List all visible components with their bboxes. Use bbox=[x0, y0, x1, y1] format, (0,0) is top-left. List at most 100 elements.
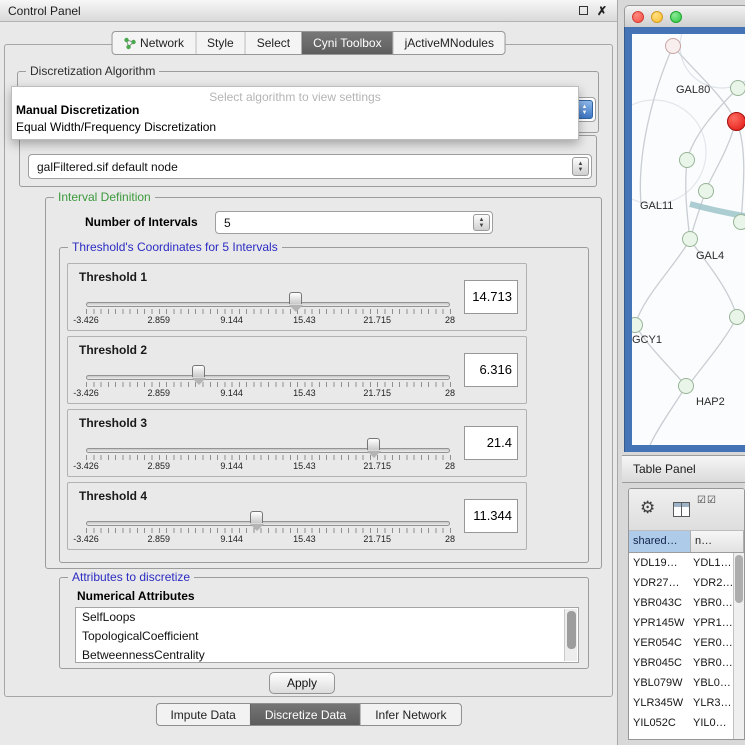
column-header-shared-name[interactable]: shared… bbox=[629, 531, 691, 552]
threshold-4-value-field[interactable]: 11.344 bbox=[464, 499, 518, 533]
close-panel-button[interactable]: ✗ bbox=[595, 4, 609, 18]
column-header-name[interactable]: n… bbox=[691, 531, 744, 552]
desktop: Control Panel ✗ Network Style Select Cyn… bbox=[0, 0, 745, 745]
threshold-1-value-field[interactable]: 14.713 bbox=[464, 280, 518, 314]
apply-button[interactable]: Apply bbox=[269, 672, 335, 694]
tab-discretize-data[interactable]: Discretize Data bbox=[250, 704, 360, 725]
threshold-label: Threshold 3 bbox=[79, 416, 147, 430]
algorithm-group-title: Discretization Algorithm bbox=[26, 64, 159, 78]
float-panel-button[interactable] bbox=[576, 4, 590, 18]
table-toolbar: ⚙ ☑☑ bbox=[629, 489, 744, 531]
table-data-selected-value: galFiltered.sif default node bbox=[37, 160, 178, 174]
scale-label: 28 bbox=[445, 315, 455, 325]
table-row[interactable]: YDR27…YDR2… bbox=[629, 573, 733, 593]
scale-label: 15.43 bbox=[293, 388, 316, 398]
threshold-2-value-field[interactable]: 6.316 bbox=[464, 353, 518, 387]
table-row[interactable]: YLR345WYLR3… bbox=[629, 693, 733, 713]
table-panel-title: Table Panel bbox=[633, 462, 696, 476]
slider-thumb[interactable] bbox=[192, 365, 205, 377]
network-node[interactable] bbox=[679, 152, 695, 168]
tab-cyni-toolbox[interactable]: Cyni Toolbox bbox=[301, 32, 392, 54]
table-columns-icon[interactable] bbox=[673, 502, 690, 517]
gear-icon[interactable]: ⚙ bbox=[640, 499, 655, 517]
minimize-window-icon[interactable] bbox=[651, 11, 663, 23]
threshold-1-slider[interactable]: -3.4262.8599.14415.4321.71528 bbox=[82, 288, 454, 328]
dropdown-option-manual-discretization[interactable]: Manual Discretization bbox=[16, 103, 139, 117]
number-of-intervals-select[interactable]: 5 ▲▼ bbox=[215, 211, 493, 234]
threshold-3-value-field[interactable]: 21.4 bbox=[464, 426, 518, 460]
network-node-selected-red[interactable] bbox=[727, 112, 745, 131]
slider-track[interactable] bbox=[86, 302, 450, 307]
interval-definition-group-title: Interval Definition bbox=[54, 190, 155, 204]
table-row[interactable]: YBR043CYBR0… bbox=[629, 593, 733, 613]
tab-impute-data[interactable]: Impute Data bbox=[156, 704, 249, 725]
slider-ticks bbox=[86, 309, 451, 314]
table-row[interactable]: YBR045CYBR0… bbox=[629, 653, 733, 673]
slider-track[interactable] bbox=[86, 448, 450, 453]
table-row[interactable]: YBL079WYBL0… bbox=[629, 673, 733, 693]
scale-label: 2.859 bbox=[148, 461, 171, 471]
table-data-select[interactable]: galFiltered.sif default node ▲▼ bbox=[28, 154, 592, 179]
attributes-list-scrollbar[interactable] bbox=[564, 609, 577, 661]
scale-label: 2.859 bbox=[148, 388, 171, 398]
threshold-4-slider[interactable]: -3.4262.8599.14415.4321.71528 bbox=[82, 507, 454, 547]
table-scrollbar[interactable] bbox=[733, 553, 744, 739]
threshold-2-slider[interactable]: -3.4262.8599.14415.4321.71528 bbox=[82, 361, 454, 401]
zoom-window-icon[interactable] bbox=[670, 11, 682, 23]
scale-label: 2.859 bbox=[148, 534, 171, 544]
table-cell: YBL079W bbox=[629, 673, 691, 693]
arrow-down-icon: ▼ bbox=[582, 110, 588, 116]
slider-track[interactable] bbox=[86, 521, 450, 526]
tab-jactivemodules[interactable]: jActiveMNodules bbox=[393, 32, 505, 54]
network-node[interactable] bbox=[729, 309, 745, 325]
scrollbar-thumb[interactable] bbox=[735, 555, 743, 603]
scale-label: 28 bbox=[445, 388, 455, 398]
column-checkbox-icons[interactable]: ☑☑ bbox=[697, 495, 717, 506]
network-node-gal80[interactable] bbox=[730, 80, 745, 96]
table-cell: YER0… bbox=[691, 633, 733, 653]
tab-label: jActiveMNodules bbox=[405, 36, 494, 50]
scale-label: 9.144 bbox=[220, 315, 243, 325]
tab-select[interactable]: Select bbox=[245, 32, 301, 54]
slider-track[interactable] bbox=[86, 375, 450, 380]
slider-thumb[interactable] bbox=[250, 511, 263, 523]
slider-thumb[interactable] bbox=[367, 438, 380, 450]
numerical-attributes-list[interactable]: SelfLoopsTopologicalCoefficientBetweenne… bbox=[75, 607, 579, 663]
arrow-down-icon: ▼ bbox=[479, 223, 485, 229]
number-of-intervals-label: Number of Intervals bbox=[85, 215, 198, 229]
close-window-icon[interactable] bbox=[632, 11, 644, 23]
attribute-list-item: TopologicalCoefficient bbox=[76, 627, 578, 646]
network-node-gal11[interactable] bbox=[698, 183, 714, 199]
tab-label: Style bbox=[207, 36, 234, 50]
network-window-titlebar[interactable] bbox=[624, 5, 745, 27]
threshold-3-slider[interactable]: -3.4262.8599.14415.4321.71528 bbox=[82, 434, 454, 474]
slider-thumb[interactable] bbox=[289, 292, 302, 304]
network-node-hap2[interactable] bbox=[678, 378, 694, 394]
table-row[interactable]: YPR145WYPR1… bbox=[629, 613, 733, 633]
network-canvas[interactable]: GAL80 GAL11 GAL4 GCY1 HAP2 bbox=[632, 34, 745, 445]
top-tab-bar: Network Style Select Cyni Toolbox jActiv… bbox=[111, 31, 506, 55]
node-label-hap2: HAP2 bbox=[696, 396, 725, 408]
network-node[interactable] bbox=[665, 38, 681, 54]
thresholds-group-title: Threshold's Coordinates for 5 Intervals bbox=[68, 240, 282, 254]
table-row[interactable]: YIL052CYIL0… bbox=[629, 713, 733, 733]
tab-network[interactable]: Network bbox=[112, 32, 195, 54]
table-panel-titlebar[interactable]: Table Panel bbox=[622, 455, 745, 483]
node-label-gcy1: GCY1 bbox=[632, 334, 662, 346]
table-cell: YIL0… bbox=[691, 713, 733, 733]
tab-infer-network[interactable]: Infer Network bbox=[360, 704, 460, 725]
scrollbar-thumb[interactable] bbox=[567, 611, 576, 649]
scale-label: 21.715 bbox=[363, 461, 391, 471]
table-row[interactable]: YDL19…YDL1… bbox=[629, 553, 733, 573]
dropdown-hint: Select algorithm to view settings bbox=[12, 90, 578, 104]
network-node[interactable] bbox=[733, 214, 745, 230]
table-row[interactable]: YER054CYER0… bbox=[629, 633, 733, 653]
control-panel-titlebar: Control Panel ✗ bbox=[0, 0, 617, 22]
network-node-gal4[interactable] bbox=[682, 231, 698, 247]
dropdown-option-equal-width-frequency[interactable]: Equal Width/Frequency Discretization bbox=[16, 120, 216, 134]
threshold-4-panel: Threshold 4 -3.4262.8599.14415.4321.7152… bbox=[67, 482, 527, 550]
node-label-gal4: GAL4 bbox=[696, 250, 724, 262]
tab-style[interactable]: Style bbox=[195, 32, 245, 54]
scale-label: -3.426 bbox=[73, 534, 99, 544]
threshold-label: Threshold 1 bbox=[79, 270, 147, 284]
